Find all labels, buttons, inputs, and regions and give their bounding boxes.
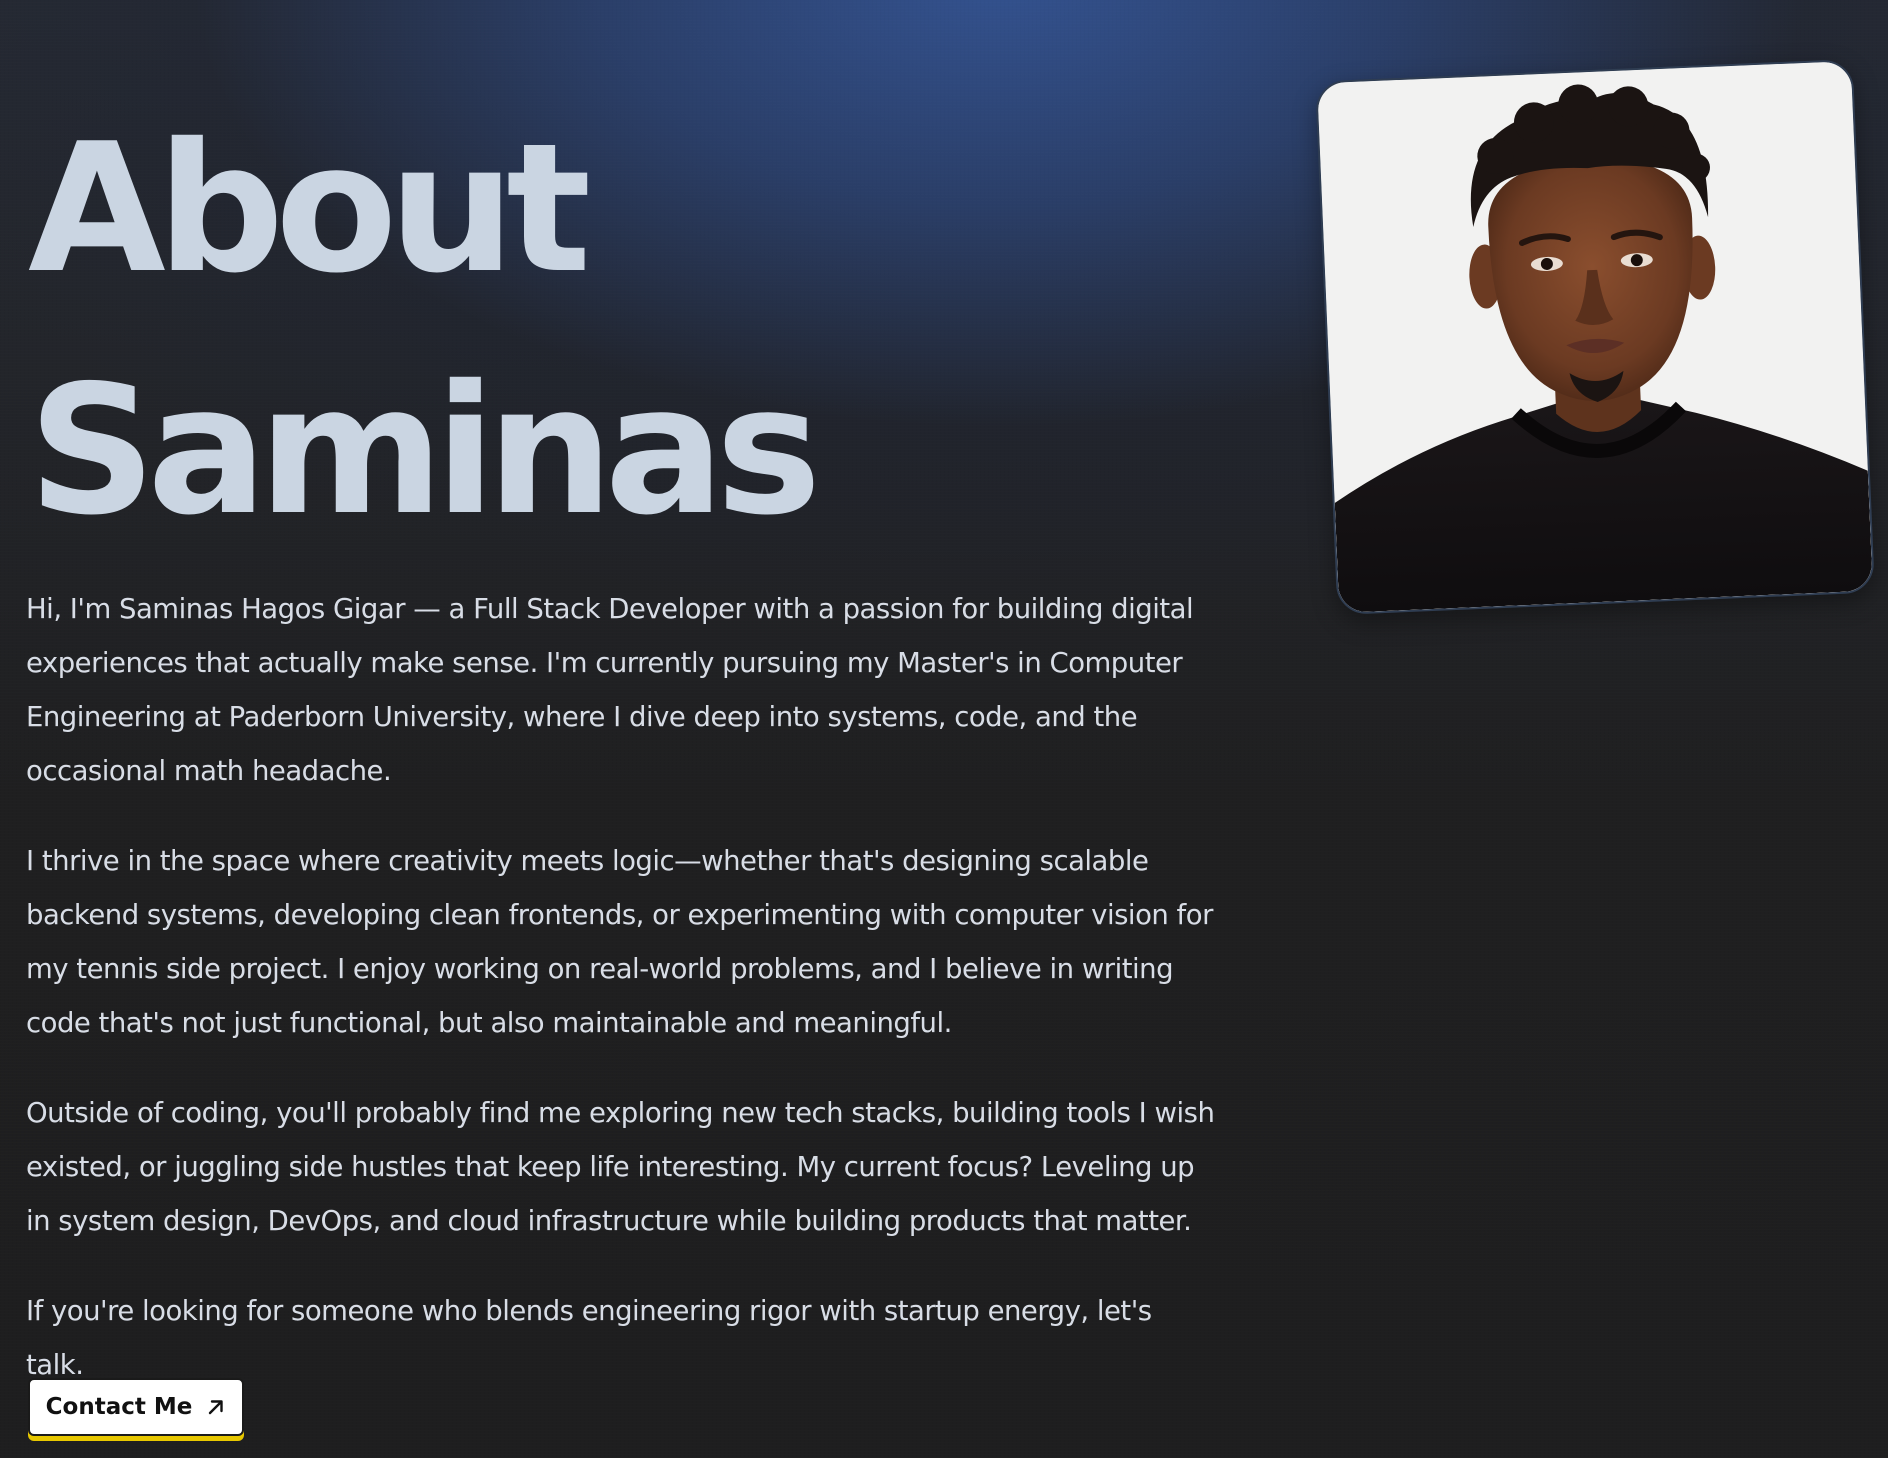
bio-paragraph: Hi, I'm Saminas Hagos Gigar — a Full Sta… xyxy=(26,593,1194,787)
page-title-line-2: Saminas xyxy=(28,347,822,554)
bio-paragraph: If you're looking for someone who blends… xyxy=(26,1295,1152,1381)
profile-photo xyxy=(1315,58,1875,616)
contact-me-button[interactable]: Contact Me xyxy=(28,1378,244,1436)
bio-section: Hi, I'm Saminas Hagos Gigar — a Full Sta… xyxy=(26,582,1216,1428)
page-title-line-1: About xyxy=(28,105,591,312)
arrow-up-right-icon xyxy=(206,1397,226,1417)
bio-paragraph: I thrive in the space where creativity m… xyxy=(26,845,1213,1039)
page-title: About Saminas xyxy=(28,88,822,572)
portrait-illustration xyxy=(1317,61,1873,613)
about-page: About Saminas Hi, I'm Saminas Hagos Giga… xyxy=(0,0,1888,1458)
bio-paragraph: Outside of coding, you'll probably find … xyxy=(26,1097,1215,1237)
contact-me-label: Contact Me xyxy=(45,1394,193,1420)
